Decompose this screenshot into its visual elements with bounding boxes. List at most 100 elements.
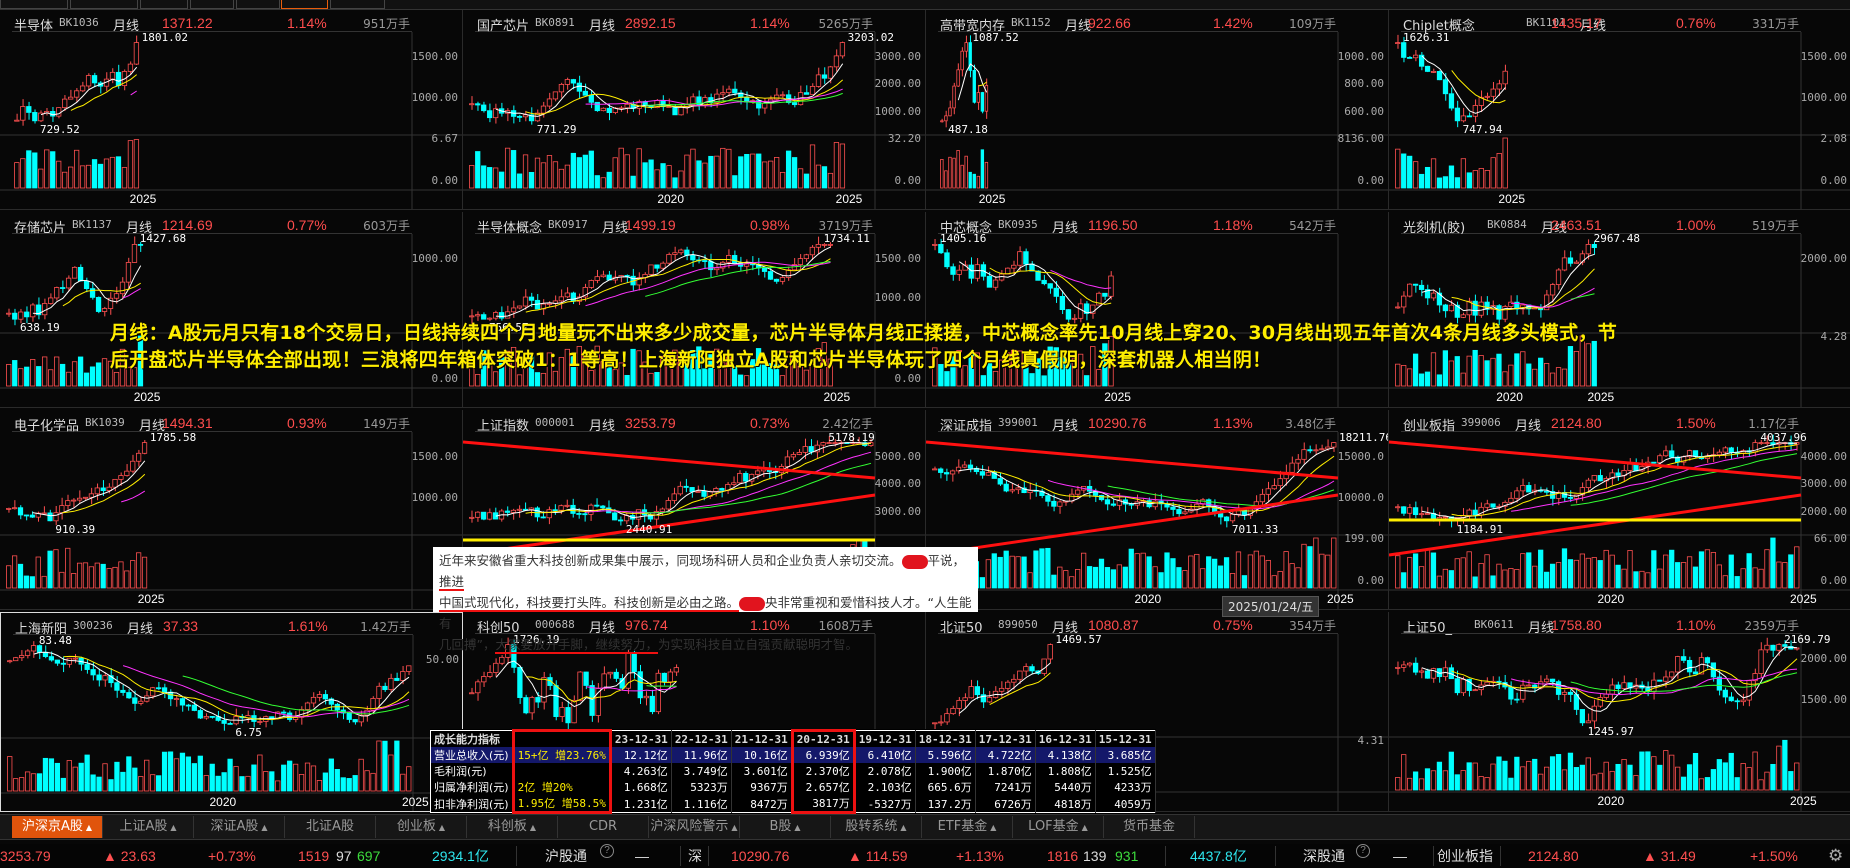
volume-bar xyxy=(1561,548,1568,589)
candlestick-chart[interactable] xyxy=(1389,612,1850,812)
candle xyxy=(516,305,523,309)
chart-panel-300236[interactable]: 上海新阳 300236 月线 37.33 1.61% 1.42万手 50.00 83… xyxy=(0,612,463,812)
tab-11[interactable]: LOF基金 ▲ xyxy=(1013,816,1104,838)
tab-7[interactable]: 沪深风险警示 ▲ xyxy=(649,816,740,838)
candle xyxy=(516,508,523,511)
chart-panel-BK0891[interactable]: 国产芯片 BK0891 月线 2892.15 1.14% 5265万手 3000.… xyxy=(463,10,926,210)
volume-bar xyxy=(648,372,654,387)
candle xyxy=(606,107,612,113)
volume-bar xyxy=(1591,557,1597,589)
candle xyxy=(12,312,18,320)
chart-panel-BK0935[interactable]: 中芯概念 BK0935 月线 1196.50 1.18% 542万手 1405.1… xyxy=(926,212,1389,408)
candle xyxy=(961,464,968,468)
candle xyxy=(1728,447,1734,453)
candle xyxy=(1223,516,1230,522)
chart-panel-BK1039[interactable]: 电子化学品 BK1039 月线 1494.31 0.93% 149万手 1500.… xyxy=(0,410,463,610)
toolbar-button[interactable] xyxy=(0,0,68,9)
candle xyxy=(257,721,263,723)
candle xyxy=(1301,449,1307,460)
chart-panel-BK1036[interactable]: 半导体 BK1036 月线 1371.22 1.14% 951万手 1500.00… xyxy=(0,10,463,210)
candlestick-chart[interactable] xyxy=(926,212,1389,408)
volume-axis-zero: 0.00 xyxy=(1820,174,1848,187)
candle xyxy=(774,94,780,100)
candle xyxy=(29,514,35,518)
volume-bar xyxy=(1063,570,1069,589)
table-row: 归属净利润(元) 2亿 增20% 1.668亿 5323万 9367万 2.657亿 2.1… xyxy=(430,779,1156,795)
annotation-note: 15+亿 增23.76% xyxy=(511,747,612,763)
candle xyxy=(582,513,588,516)
volume-bar xyxy=(1401,754,1407,791)
hgt-label[interactable]: 沪股通 xyxy=(545,844,587,868)
volume-bar xyxy=(1424,166,1431,189)
candlestick-chart[interactable] xyxy=(0,10,463,210)
candlestick-chart[interactable] xyxy=(0,410,463,610)
volume-bar xyxy=(1585,343,1591,387)
chart-panel-BK1152[interactable]: 高带宽内存 BK1152 月线 922.66 1.42% 109万手 1000.0… xyxy=(926,10,1389,210)
chart-panel-BK0611[interactable]: 上证50_ BK0611 月线 1758.80 1.10% 2359万手 2000… xyxy=(1389,612,1850,812)
candle xyxy=(1502,70,1508,85)
toolbar-button-active[interactable] xyxy=(281,0,328,9)
candle xyxy=(127,63,134,72)
toolbar-button[interactable] xyxy=(70,0,138,9)
volume-axis-zero: 0.00 xyxy=(431,372,459,385)
help-icon[interactable]: ? xyxy=(600,844,614,858)
volume-bar xyxy=(82,562,89,589)
volume-bar xyxy=(257,754,263,792)
candle xyxy=(1764,644,1770,651)
chart-panel-399006[interactable]: 创业板指 399006 月线 2124.80 1.50% 1.17亿手 4000.… xyxy=(1389,410,1850,610)
tab-6[interactable]: CDR xyxy=(558,816,649,838)
tab-12[interactable]: 货币基金 xyxy=(1104,816,1195,838)
volume-bar xyxy=(1092,566,1099,589)
volume-bar xyxy=(1029,373,1035,387)
toolbar-button[interactable] xyxy=(330,0,385,9)
x-axis-label: 2020 xyxy=(657,192,685,206)
news-text: 近年来安徽省重大科技创新成果集中展示，同现场科研人员和企业负责人亲切交流。 xyxy=(439,553,902,568)
volume-bar xyxy=(1116,564,1122,589)
candle xyxy=(1454,678,1460,694)
table-cell: 2.657亿 xyxy=(790,779,856,795)
candlestick-chart[interactable] xyxy=(926,410,1389,610)
volume-bar xyxy=(1567,559,1574,589)
chart-panel-BK1101[interactable]: Chiplet概念 BK1101 月线 1435.17 0.76% 331万手 1… xyxy=(1389,10,1850,210)
x-axis-label: 2020 xyxy=(1134,592,1162,606)
table-cell: 4.263亿 xyxy=(610,763,672,779)
tab-8[interactable]: B股 ▲ xyxy=(740,816,831,838)
tab-5[interactable]: 科创板 ▲ xyxy=(467,816,558,838)
chart-panel-BK0884[interactable]: 光刻机(胶) BK0884 月线 2463.51 1.00% 519万手 2000… xyxy=(1389,212,1850,408)
volume-bar xyxy=(14,162,20,189)
volume-bar xyxy=(1675,766,1681,791)
candle xyxy=(671,493,677,501)
candle xyxy=(475,103,481,106)
volume-axis-max: 4.28 xyxy=(1820,330,1848,343)
volume-bar xyxy=(1401,572,1407,589)
chart-panel-BK0917[interactable]: 半导体概念 BK0917 月线 1499.19 0.98% 3719万手 1500… xyxy=(463,212,926,408)
volume-bar xyxy=(1508,777,1514,791)
settings-gear-icon[interactable]: ⚙ xyxy=(1828,844,1843,868)
toolbar-button[interactable] xyxy=(236,0,280,9)
candlestick-chart[interactable] xyxy=(0,212,463,408)
help-icon[interactable]: ? xyxy=(1356,844,1370,858)
candle xyxy=(1597,697,1603,707)
y-axis-tick: 2000.00 xyxy=(1800,252,1847,265)
candle xyxy=(1023,666,1029,672)
tab-0[interactable]: 沪深京A股 ▲ xyxy=(12,816,103,838)
chart-panel-399001[interactable]: 深证成指 399001 月线 10290.76 1.13% 3.48亿手 1500… xyxy=(926,410,1389,610)
toolbar-button[interactable] xyxy=(140,0,188,9)
toolbar-button[interactable] xyxy=(190,0,234,9)
chart-panel-BK1137[interactable]: 存储芯片 BK1137 月线 1214.69 0.77% 603万手 1000.0… xyxy=(0,212,463,408)
tab-4[interactable]: 创业板 ▲ xyxy=(376,816,467,838)
sgt-label[interactable]: 深股通 xyxy=(1303,844,1345,868)
volume-bar xyxy=(1436,761,1443,791)
candlestick-chart[interactable] xyxy=(1389,10,1850,210)
tab-3[interactable]: 北证A股 xyxy=(285,816,376,838)
tab-9[interactable]: 股转系统 ▲ xyxy=(831,816,922,838)
tab-1[interactable]: 上证A股 ▲ xyxy=(103,816,194,838)
status-bar: 3253.79 ▲ 23.63 +0.73% 1519 97 697 2934.… xyxy=(0,844,1850,868)
candle xyxy=(1295,458,1301,464)
tab-10[interactable]: ETF基金 ▲ xyxy=(922,816,1013,838)
volume-bar xyxy=(68,166,74,189)
candle xyxy=(1271,485,1277,490)
tab-2[interactable]: 深证A股 ▲ xyxy=(194,816,285,838)
high-price-label: 1405.16 xyxy=(940,232,987,246)
volume-bar xyxy=(984,161,989,189)
